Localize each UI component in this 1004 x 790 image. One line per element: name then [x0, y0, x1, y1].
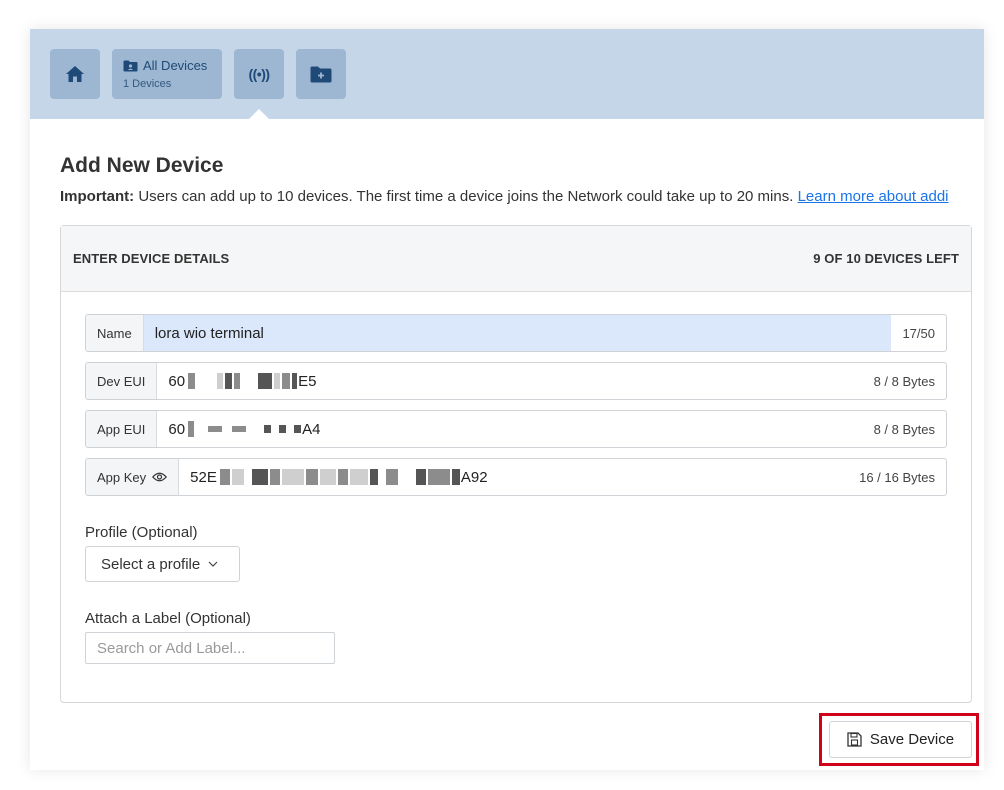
add-device-button[interactable]: ((•))	[234, 49, 284, 99]
important-notice: Important: Users can add up to 10 device…	[60, 188, 949, 205]
learn-more-link[interactable]: Learn more about addi	[798, 188, 949, 205]
redacted-mask	[187, 373, 298, 389]
dev-eui-label: Dev EUI	[86, 363, 158, 399]
redacted-mask	[219, 469, 461, 485]
save-icon	[847, 732, 862, 747]
folder-plus-icon	[310, 66, 332, 82]
home-button[interactable]	[50, 49, 100, 99]
app-key-value[interactable]: 52E A92	[179, 459, 848, 495]
profile-label: Profile (Optional)	[85, 524, 198, 541]
app-key-field[interactable]: App Key 52E A92 16 / 16 Bytes	[85, 458, 947, 496]
app-eui-prefix: 60	[168, 420, 186, 438]
save-device-button[interactable]: Save Device	[829, 721, 972, 758]
dev-eui-field[interactable]: Dev EUI 60 E5 8 / 8 Bytes	[85, 362, 947, 400]
device-count: 1 Devices	[123, 78, 172, 90]
device-details-card: ENTER DEVICE DETAILS 9 OF 10 DEVICES LEF…	[60, 225, 972, 703]
app-key-prefix: 52E	[190, 468, 217, 486]
app-eui-field[interactable]: App EUI 60 A4 8 / 8 Bytes	[85, 410, 947, 448]
top-nav: All Devices 1 Devices ((•))	[30, 29, 984, 120]
dev-eui-value[interactable]: 60 E5	[157, 363, 862, 399]
app-eui-suffix: A4	[302, 420, 321, 438]
app-key-byte-count: 16 / 16 Bytes	[859, 469, 935, 485]
home-icon	[66, 66, 84, 82]
profile-select-value: Select a profile	[101, 555, 201, 573]
save-device-label: Save Device	[869, 731, 955, 748]
app-window: All Devices 1 Devices ((•)) Add New Devi…	[30, 29, 984, 770]
redacted-mask	[187, 421, 302, 437]
name-char-count: 17/50	[902, 325, 935, 341]
dev-eui-byte-count: 8 / 8 Bytes	[873, 373, 935, 389]
app-key-suffix: A92	[460, 468, 488, 486]
dev-eui-prefix: 60	[168, 372, 186, 390]
profile-select[interactable]: Select a profile	[85, 546, 240, 582]
eye-icon[interactable]	[152, 472, 168, 482]
active-indicator	[248, 109, 270, 120]
folder-icon	[123, 60, 138, 71]
add-folder-button[interactable]	[296, 49, 346, 99]
notice-text: Users can add up to 10 devices. The firs…	[134, 188, 798, 205]
label-search-input[interactable]	[85, 632, 335, 664]
all-devices-label: All Devices	[143, 58, 208, 73]
attach-label-label: Attach a Label (Optional)	[85, 610, 251, 627]
signal-icon: ((•))	[248, 66, 270, 82]
name-value[interactable]: lora wio terminal	[144, 325, 264, 342]
app-eui-byte-count: 8 / 8 Bytes	[873, 421, 935, 437]
card-header: ENTER DEVICE DETAILS 9 OF 10 DEVICES LEF…	[61, 226, 971, 292]
notice-bold: Important:	[60, 188, 135, 205]
card-header-title: ENTER DEVICE DETAILS	[73, 251, 230, 266]
app-key-label: App Key	[97, 469, 147, 485]
name-label: Name	[86, 315, 144, 351]
chevron-down-icon	[208, 561, 218, 567]
dev-eui-suffix: E5	[298, 372, 317, 390]
app-eui-value[interactable]: 60 A4	[157, 411, 862, 447]
app-eui-label: App EUI	[86, 411, 158, 447]
name-field[interactable]: Name lora wio terminal 17/50	[85, 314, 947, 352]
devices-left: 9 OF 10 DEVICES LEFT	[813, 251, 959, 266]
page-title: Add New Device	[60, 154, 224, 177]
all-devices-button[interactable]: All Devices 1 Devices	[112, 49, 222, 99]
